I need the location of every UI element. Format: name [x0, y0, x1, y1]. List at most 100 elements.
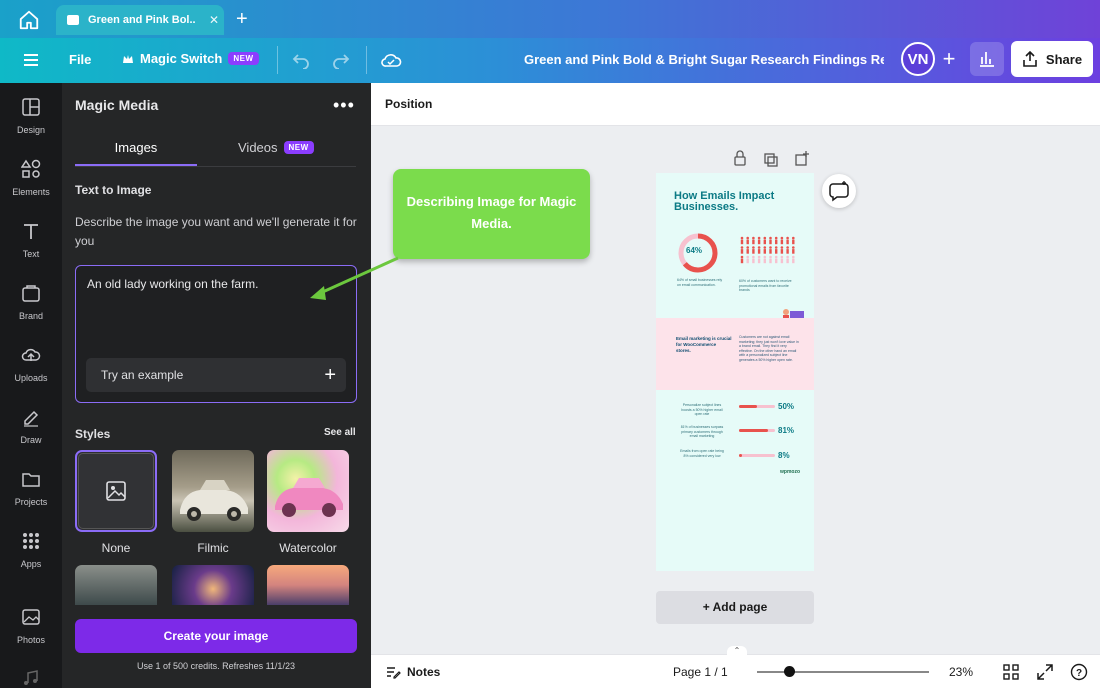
redo-icon[interactable] — [332, 51, 350, 69]
person-body — [786, 249, 789, 254]
credits-info: Use 1 of 500 credits. Refreshes 11/1/23 — [137, 661, 295, 671]
rail-item-text[interactable]: Text — [0, 221, 62, 276]
tab-videos[interactable]: Videos NEW — [238, 140, 314, 155]
person-body — [769, 258, 772, 264]
notes-button[interactable]: Notes — [385, 664, 440, 680]
zoom-slider-thumb[interactable] — [783, 666, 795, 677]
pink-section: Email marketing is crucial for WooCommer… — [656, 318, 814, 390]
style-card-partial[interactable] — [172, 565, 254, 605]
menu-icon[interactable] — [22, 51, 40, 69]
try-example-button[interactable]: Try an example + — [86, 358, 346, 392]
grid-view-icon[interactable] — [1002, 663, 1020, 681]
person-body — [769, 239, 772, 245]
duplicate-page-icon[interactable] — [764, 153, 778, 167]
new-badge: NEW — [228, 52, 259, 65]
style-label: Filmic — [197, 541, 229, 555]
person-head — [792, 246, 795, 249]
rail-label: Brand — [18, 311, 44, 321]
lock-icon[interactable] — [734, 150, 746, 166]
description: Describe the image you want and we'll ge… — [75, 215, 357, 248]
browser-tab[interactable]: Green and Pink Bol... ✕ — [56, 5, 224, 35]
style-watercolor-card[interactable] — [267, 450, 349, 532]
position-button[interactable]: Position — [385, 97, 432, 111]
stat-value: 50% — [778, 402, 795, 411]
style-none-card[interactable] — [75, 450, 157, 532]
add-page-icon[interactable] — [795, 151, 809, 166]
stat-bar — [739, 429, 775, 432]
design-page[interactable]: How Emails Impact Businesses. 64% 64% of… — [656, 173, 814, 571]
add-page-button[interactable]: + Add page — [656, 591, 814, 624]
tab-close-icon[interactable]: ✕ — [204, 13, 224, 27]
person-body — [792, 249, 795, 254]
person-body — [763, 249, 766, 254]
person-head — [774, 236, 778, 240]
rail-item-photos[interactable]: Photos — [0, 607, 62, 662]
create-image-button[interactable]: Create your image — [75, 619, 357, 653]
try-example-label: Try an example — [101, 368, 184, 382]
person-head — [763, 246, 767, 249]
rail-label: Draw — [20, 435, 42, 445]
share-button[interactable]: Share — [1011, 41, 1093, 77]
rail-label: Apps — [20, 559, 42, 569]
panel-title: Magic Media — [75, 97, 159, 113]
avatar[interactable]: VN — [901, 42, 935, 76]
undo-icon[interactable] — [292, 51, 310, 69]
rail-item-brand[interactable]: Brand — [0, 283, 62, 338]
tab-images[interactable]: Images — [75, 140, 197, 155]
style-filmic-card[interactable] — [172, 450, 254, 532]
file-menu[interactable]: File — [69, 52, 91, 67]
apps-icon — [23, 533, 39, 549]
help-icon[interactable]: ? — [1070, 663, 1088, 681]
document-title[interactable]: Green and Pink Bold & Bright Sugar Resea… — [524, 52, 884, 67]
rail-item-uploads[interactable]: Uploads — [0, 345, 62, 400]
magic-switch-button[interactable]: Magic Switch NEW — [122, 51, 259, 66]
cloud-save-icon[interactable] — [380, 50, 402, 70]
expand-pages-icon[interactable]: ⌃ — [727, 646, 747, 656]
style-card-partial[interactable] — [267, 565, 349, 605]
person-head — [752, 246, 755, 249]
zoom-slider[interactable] — [757, 671, 929, 673]
person-body — [757, 239, 761, 245]
add-collaborator-button[interactable]: + — [935, 44, 963, 74]
prompt-text: An old lady working on the farm. — [87, 277, 259, 291]
fullscreen-icon[interactable] — [1036, 663, 1054, 681]
page-indicator[interactable]: Page 1 / 1 — [673, 665, 728, 679]
person-head — [786, 236, 789, 240]
tab-title: Green and Pink Bol... — [88, 14, 196, 26]
rail-item-draw[interactable]: Draw — [0, 407, 62, 462]
person-body — [752, 258, 755, 264]
magic-assistant-button[interactable] — [822, 174, 856, 208]
home-icon[interactable] — [18, 9, 40, 31]
person-body — [757, 249, 761, 254]
rail-item-elements[interactable]: Elements — [0, 159, 62, 214]
brand-icon — [22, 285, 40, 302]
person-body — [780, 239, 784, 245]
person-body — [775, 258, 778, 264]
analytics-button[interactable] — [970, 42, 1004, 76]
rail-item-apps[interactable]: Apps — [0, 531, 62, 586]
person-head — [752, 236, 755, 240]
stat-label: Personalize subject lines boosts a 50% h… — [681, 403, 723, 416]
person-head — [740, 255, 744, 259]
style-label: None — [101, 541, 131, 555]
new-tab-button[interactable]: + — [236, 8, 248, 30]
person-head — [792, 236, 795, 240]
person-head — [780, 255, 784, 259]
active-tab-indicator — [75, 164, 197, 166]
person-head — [769, 236, 772, 240]
see-all-link[interactable]: See all — [324, 427, 356, 438]
stat-bar-fill — [739, 429, 769, 432]
pink-heading: Email marketing is crucial for WooCommer… — [676, 336, 732, 353]
audio-icon[interactable] — [22, 669, 40, 687]
new-badge: NEW — [283, 141, 314, 154]
person-head — [792, 255, 795, 259]
person-body — [757, 258, 761, 264]
style-card-partial[interactable] — [75, 565, 157, 605]
zoom-level[interactable]: 23% — [949, 665, 973, 679]
person-body — [752, 249, 755, 254]
person-head — [763, 236, 767, 240]
rail-item-design[interactable]: Design — [0, 97, 62, 152]
rail-item-projects[interactable]: Projects — [0, 469, 62, 524]
stat-bar-fill — [739, 405, 757, 408]
more-options-icon[interactable]: ••• — [333, 95, 355, 116]
